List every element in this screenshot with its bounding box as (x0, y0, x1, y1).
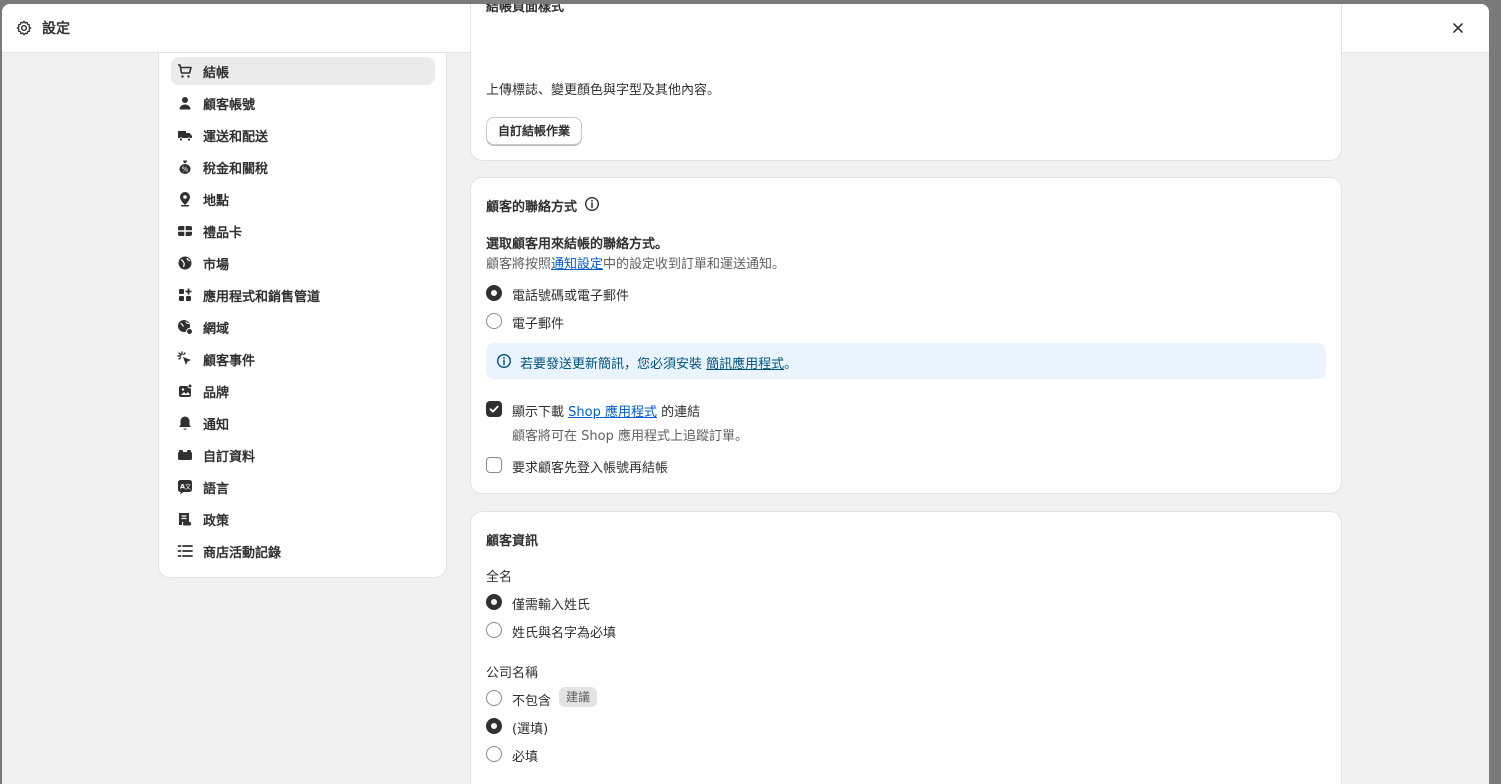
sidebar-item-label: 市場 (203, 257, 230, 273)
receipt-icon (176, 510, 194, 528)
require-login-checkbox[interactable] (486, 457, 502, 473)
sidebar-item-taxes[interactable]: % 稅金和關稅 (171, 153, 435, 181)
settings-window: 設定 結帳 顧客帳號 運送和配送 % 稅金和關稅 地點 禮品卡 市場 應用程式和… (2, 4, 1489, 784)
radio-label: 必填 (512, 750, 539, 765)
checkout-style-card: 結帳頁面樣式 上傳標誌、變更顏色與字型及其他內容。 自訂結帳作業 (470, 4, 1342, 161)
require-login-label: 要求顧客先登入帳號再結帳 (512, 461, 669, 476)
sidebar-item-label: 商店活動記錄 (203, 545, 282, 561)
list-icon (176, 542, 194, 560)
sidebar-item-custom-data[interactable]: 自訂資料 (171, 441, 435, 469)
sidebar-item-label: 結帳 (203, 65, 230, 81)
radio-phone-or-email[interactable] (486, 285, 502, 301)
contact-method-description: 顧客將按照通知設定中的設定收到訂單和運送通知。 (486, 257, 786, 272)
sidebar-item-label: 品牌 (203, 385, 230, 401)
apps-icon (176, 286, 194, 304)
sidebar-item-customer-accounts[interactable]: 顧客帳號 (171, 89, 435, 117)
truck-icon (176, 126, 194, 144)
sidebar-item-activity-log[interactable]: 商店活動記錄 (171, 537, 435, 565)
sidebar-item-label: 稅金和關稅 (203, 161, 269, 177)
shop-app-link[interactable]: Shop 應用程式 (568, 405, 657, 420)
globe-network-icon (176, 318, 194, 336)
sidebar-item-apps-channels[interactable]: 應用程式和銷售管道 (171, 281, 435, 309)
radio-company-exclude[interactable] (486, 690, 502, 706)
sidebar-item-domains[interactable]: 網域 (171, 313, 435, 341)
cursor-click-icon (176, 350, 194, 368)
sidebar-item-brand[interactable]: 品牌 (171, 377, 435, 405)
shop-app-label: 顯示下載 Shop 應用程式 的連結 (512, 405, 701, 420)
radio-label: 不包含 (512, 694, 552, 709)
banner-text: 若要發送更新簡訊，您必須安裝 簡訊應用程式。 (520, 357, 798, 372)
radio-company-optional[interactable] (486, 718, 502, 734)
customer-info-card: 顧客資訊 全名 僅需輸入姓氏 姓氏與名字為必填 公司名稱 不包含 建議 (選填)… (470, 511, 1342, 784)
settings-sidebar: 結帳 顧客帳號 運送和配送 % 稅金和關稅 地點 禮品卡 市場 應用程式和銷售管 (158, 53, 447, 578)
sidebar-item-checkout[interactable]: 結帳 (171, 57, 435, 85)
checkmark-icon (489, 405, 499, 413)
sidebar-item-label: 應用程式和銷售管道 (203, 289, 321, 305)
sidebar-item-label: 通知 (203, 417, 230, 433)
person-icon (176, 94, 194, 112)
sidebar-item-label: 政策 (203, 513, 230, 529)
window-title: 設定 (42, 21, 70, 37)
sidebar-item-label: 顧客事件 (203, 353, 256, 369)
close-icon[interactable] (1449, 19, 1467, 37)
checkout-style-heading: 結帳頁面樣式 (486, 4, 565, 15)
globe-icon (176, 254, 194, 272)
sidebar-item-notifications[interactable]: 通知 (171, 409, 435, 437)
money-bag-icon: % (176, 158, 194, 176)
info-icon[interactable] (584, 196, 600, 212)
shop-app-link-checkbox[interactable] (486, 401, 502, 417)
sidebar-item-label: 顧客帳號 (203, 97, 256, 113)
sidebar-item-shipping[interactable]: 運送和配送 (171, 121, 435, 149)
full-name-label: 全名 (486, 570, 513, 585)
shop-app-help-text: 顧客將可在 Shop 應用程式上追蹤訂單。 (512, 429, 748, 444)
radio-label: 僅需輸入姓氏 (512, 598, 591, 613)
sidebar-item-locations[interactable]: 地點 (171, 185, 435, 213)
svg-text:%: % (182, 166, 189, 174)
location-pin-icon (176, 190, 194, 208)
radio-email[interactable] (486, 313, 502, 329)
sidebar-item-label: 語言 (203, 481, 230, 497)
customer-info-heading: 顧客資訊 (486, 534, 539, 549)
contact-method-card: 顧客的聯絡方式 選取顧客用來結帳的聯絡方式。 顧客將按照通知設定中的設定收到訂單… (470, 177, 1342, 494)
radio-last-name-only[interactable] (486, 594, 502, 610)
company-name-label: 公司名稱 (486, 666, 539, 681)
language-icon: A文 (176, 478, 194, 496)
sidebar-item-policies[interactable]: 政策 (171, 505, 435, 533)
gift-card-icon (176, 222, 194, 240)
svg-text:文: 文 (185, 483, 191, 491)
contact-method-heading: 顧客的聯絡方式 (486, 200, 578, 215)
radio-label: 電子郵件 (512, 317, 565, 332)
checkout-style-description: 上傳標誌、變更顏色與字型及其他內容。 (486, 83, 721, 98)
sms-info-banner: 若要發送更新簡訊，您必須安裝 簡訊應用程式。 (486, 343, 1326, 379)
recommended-badge: 建議 (559, 687, 598, 707)
image-icon (176, 382, 194, 400)
gear-icon (16, 20, 32, 36)
sidebar-item-customer-events[interactable]: 顧客事件 (171, 345, 435, 373)
radio-first-and-last-name[interactable] (486, 622, 502, 638)
radio-label: (選填) (512, 722, 549, 737)
sidebar-item-label: 自訂資料 (203, 449, 256, 465)
sms-app-link[interactable]: 簡訊應用程式 (706, 357, 784, 372)
sidebar-item-label: 運送和配送 (203, 129, 269, 145)
cart-icon (176, 62, 194, 80)
sidebar-item-label: 地點 (203, 193, 230, 209)
sidebar-item-label: 網域 (203, 321, 230, 337)
info-icon (496, 353, 512, 369)
radio-company-required[interactable] (486, 746, 502, 762)
sidebar-item-languages[interactable]: A文 語言 (171, 473, 435, 501)
sidebar-item-gift-cards[interactable]: 禮品卡 (171, 217, 435, 245)
radio-label: 電話號碼或電子郵件 (512, 289, 630, 304)
sidebar-item-label: 禮品卡 (203, 225, 243, 241)
customize-checkout-button[interactable]: 自訂結帳作業 (486, 117, 583, 145)
sidebar-item-markets[interactable]: 市場 (171, 249, 435, 277)
bell-icon (176, 414, 194, 432)
database-icon (176, 446, 194, 464)
notification-settings-link[interactable]: 通知設定 (551, 257, 603, 272)
contact-method-question: 選取顧客用來結帳的聯絡方式。 (486, 237, 669, 252)
radio-label: 姓氏與名字為必填 (512, 626, 617, 641)
